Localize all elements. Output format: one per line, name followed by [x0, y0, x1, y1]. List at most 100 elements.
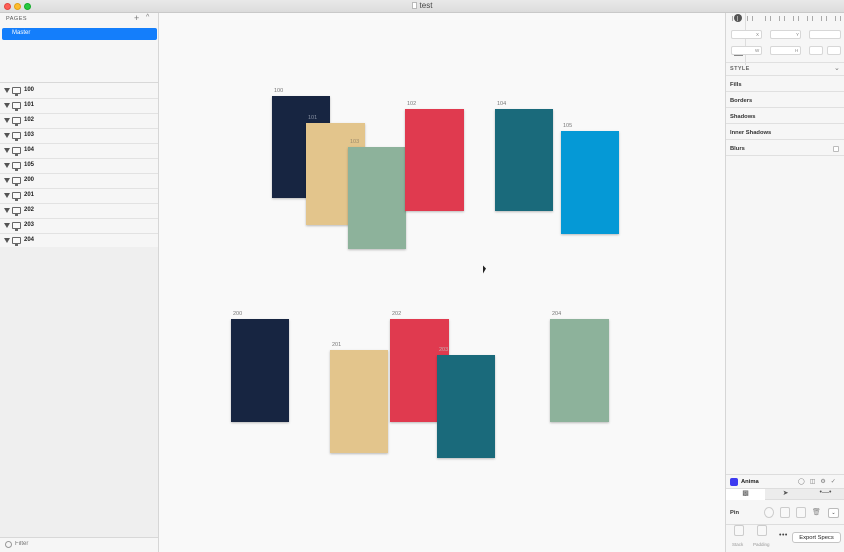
layer-list: 100 101 102 103 104 105 200 201 202 203 … [0, 84, 158, 249]
align-left-icon[interactable] [765, 16, 771, 21]
disclosure-triangle-icon[interactable] [4, 118, 10, 123]
page-item-master[interactable]: Master [2, 28, 157, 40]
pin-dropdown-chevron-icon[interactable]: ⌄ [828, 508, 839, 518]
artboard-102[interactable] [405, 109, 464, 211]
inspector-divider [726, 123, 844, 124]
disclosure-triangle-icon[interactable] [4, 103, 10, 108]
anima-toolbar-icons[interactable]: ◯◫⚙✓ [798, 478, 841, 485]
artboard-label-102[interactable]: 102 [407, 101, 416, 107]
height-field-label: H [795, 48, 799, 53]
disclosure-triangle-icon[interactable] [4, 178, 10, 183]
launch-tab-icon[interactable]: ➤ [766, 489, 805, 500]
distribute-vertical-icon[interactable] [747, 16, 753, 21]
layout-tab-icon[interactable]: ▩ [726, 489, 765, 500]
design-canvas[interactable]: 100 101 103 102 104 105 200 201 202 203 … [159, 13, 725, 552]
pin-height-button[interactable] [796, 507, 806, 518]
pages-divider[interactable] [0, 82, 158, 83]
artboard-icon [12, 207, 21, 216]
width-field-label: W [755, 48, 760, 53]
fills-section[interactable]: Fills [730, 82, 742, 88]
artboard-200[interactable] [231, 319, 289, 422]
distribute-horizontal-icon[interactable] [732, 16, 738, 21]
shadows-section[interactable]: Shadows [730, 114, 755, 120]
filter-bar [0, 537, 158, 552]
borders-section[interactable]: Borders [730, 98, 752, 104]
disclosure-triangle-icon[interactable] [4, 133, 10, 138]
align-bottom-icon[interactable] [835, 16, 841, 21]
artboard-label-203[interactable]: 203 [439, 347, 448, 353]
layer-row-100[interactable]: 100 [0, 84, 158, 99]
y-field-label: Y [796, 32, 800, 37]
inner-shadows-section[interactable]: Inner Shadows [730, 130, 771, 136]
alignment-toolbar [726, 13, 844, 24]
window-title: test [0, 1, 844, 10]
layer-row-102[interactable]: 102 [0, 114, 158, 129]
stack-button[interactable] [734, 525, 744, 536]
artboard-204[interactable] [550, 319, 609, 422]
align-middle-icon[interactable] [821, 16, 827, 21]
align-top-icon[interactable] [807, 16, 813, 21]
disclosure-triangle-icon[interactable] [4, 163, 10, 168]
artboard-104[interactable] [495, 109, 553, 211]
align-right-icon[interactable] [793, 16, 799, 21]
app-window: test PAGES + ^ Master 100 101 102 103 10… [0, 0, 844, 552]
add-page-button[interactable]: + [134, 13, 139, 23]
artboard-label-200[interactable]: 200 [233, 311, 242, 317]
artboard-203[interactable] [437, 355, 495, 458]
anima-bar: Anima ◯◫⚙✓ [726, 474, 844, 488]
trash-icon[interactable]: 🗑 [812, 508, 821, 516]
artboard-icon [12, 177, 21, 186]
more-options-button[interactable]: ••• [779, 532, 788, 539]
align-center-icon[interactable] [779, 16, 785, 21]
page-item-label: Master [12, 30, 31, 36]
layer-label: 105 [24, 162, 35, 168]
blurs-toggle-checkbox[interactable] [833, 146, 839, 152]
disclosure-triangle-icon[interactable] [4, 238, 10, 243]
inspector-divider [726, 62, 844, 63]
artboard-icon [12, 117, 21, 126]
artboard-label-104[interactable]: 104 [497, 101, 506, 107]
layer-label: 102 [24, 117, 35, 123]
disclosure-triangle-icon[interactable] [4, 148, 10, 153]
layer-row-105[interactable]: 105 [0, 159, 158, 174]
layer-row-101[interactable]: 101 [0, 99, 158, 114]
export-specs-button[interactable]: Export Specs [792, 532, 841, 543]
artboard-label-202[interactable]: 202 [392, 311, 401, 317]
layer-label: 201 [24, 192, 35, 198]
layer-row-201[interactable]: 201 [0, 189, 158, 204]
artboard-label-103[interactable]: 103 [350, 139, 359, 145]
pin-width-button[interactable] [780, 507, 790, 518]
layer-row-202[interactable]: 202 [0, 204, 158, 219]
layer-row-104[interactable]: 104 [0, 144, 158, 159]
layer-row-200[interactable]: 200 [0, 174, 158, 189]
layer-list-empty-area[interactable] [0, 247, 158, 540]
filter-input[interactable] [15, 541, 135, 547]
artboard-label-204[interactable]: 204 [552, 311, 561, 317]
artboard-label-101[interactable]: 101 [308, 115, 317, 121]
layer-row-103[interactable]: 103 [0, 129, 158, 144]
flip-horizontal-button[interactable] [809, 46, 823, 55]
disclosure-triangle-icon[interactable] [4, 88, 10, 93]
stack-label: Stack [732, 542, 744, 547]
blurs-section[interactable]: Blurs [730, 146, 745, 152]
layer-label: 101 [24, 102, 35, 108]
style-header: STYLE [730, 66, 750, 72]
flip-vertical-button[interactable] [827, 46, 841, 55]
links-tab-icon[interactable]: •—• [806, 489, 844, 500]
collapse-pages-button[interactable]: ^ [146, 14, 149, 21]
disclosure-triangle-icon[interactable] [4, 223, 10, 228]
artboard-label-201[interactable]: 201 [332, 342, 341, 348]
artboard-103[interactable] [348, 147, 406, 249]
padding-button[interactable] [757, 525, 767, 536]
artboard-label-100[interactable]: 100 [274, 88, 283, 94]
pin-all-button[interactable] [764, 507, 774, 518]
disclosure-triangle-icon[interactable] [4, 193, 10, 198]
layer-row-203[interactable]: 203 [0, 219, 158, 234]
artboard-label-105[interactable]: 105 [563, 123, 572, 129]
rotation-field[interactable] [809, 30, 841, 39]
disclosure-triangle-icon[interactable] [4, 208, 10, 213]
artboard-105[interactable] [561, 131, 619, 234]
style-collapse-icon[interactable]: ⌄ [834, 64, 840, 72]
artboard-201[interactable] [330, 350, 388, 453]
layers-sidebar: PAGES + ^ Master 100 101 102 103 104 105… [0, 13, 159, 552]
